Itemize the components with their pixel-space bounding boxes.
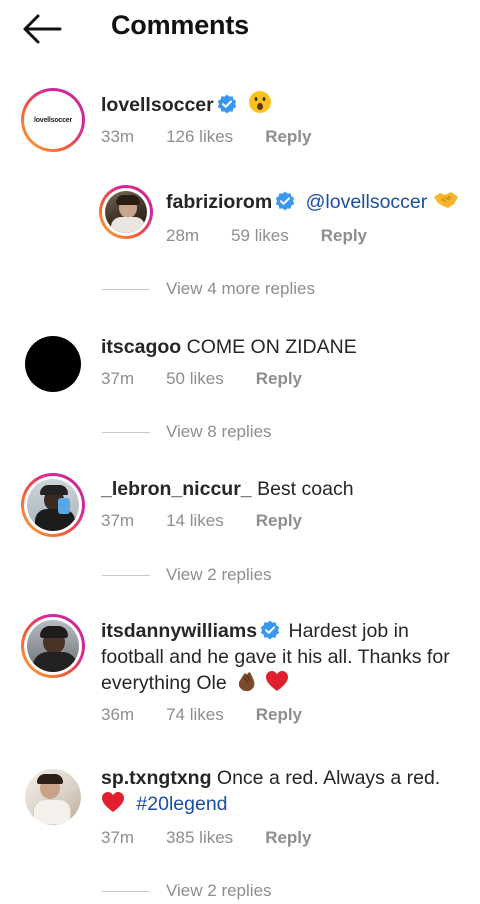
view-replies-label: View 2 replies xyxy=(166,565,272,584)
comment-username[interactable]: itsdannywilliams xyxy=(101,620,257,642)
mention-link[interactable]: @lovellsoccer xyxy=(306,191,428,213)
comment-body: Best coach xyxy=(257,478,354,500)
avatar[interactable] xyxy=(21,614,85,678)
comment-time: 28m xyxy=(166,226,200,245)
avatar[interactable]: lovellsoccer xyxy=(21,88,85,152)
comment-time: 37m xyxy=(101,369,135,388)
avatar-logo-text: lovellsoccer xyxy=(33,116,73,124)
like-count[interactable]: 126 likes xyxy=(166,127,233,147)
comment-meta: 37m 385 likes Reply xyxy=(101,828,311,848)
view-replies-button[interactable]: View 8 replies xyxy=(102,422,272,442)
like-count[interactable]: 59 likes xyxy=(231,226,289,246)
reply-text: fabriziorom @lovellsoccer xyxy=(166,189,476,215)
comment-meta: 36m 74 likes Reply xyxy=(101,705,302,725)
like-count[interactable]: 385 likes xyxy=(166,828,233,848)
comment-meta: 33m 126 likes Reply xyxy=(101,127,311,147)
clapping-hands-emoji xyxy=(239,672,255,692)
comment-text: lovellsoccer xyxy=(101,90,471,118)
avatar[interactable] xyxy=(99,185,153,239)
divider-line xyxy=(102,574,150,576)
page-title: Comments xyxy=(111,10,249,40)
reply-button[interactable]: Reply xyxy=(256,511,302,531)
like-count[interactable]: 74 likes xyxy=(166,705,224,725)
divider-line xyxy=(102,890,150,892)
verified-badge-icon xyxy=(260,620,280,640)
hashtag-link[interactable]: #20legend xyxy=(136,793,227,815)
comment-text: itscagoo COME ON ZIDANE xyxy=(101,334,471,360)
comment-meta: 37m 14 likes Reply xyxy=(101,511,302,531)
verified-badge-icon xyxy=(275,191,295,211)
view-replies-label: View 8 replies xyxy=(166,422,272,441)
comment-text: itsdannywilliams Hardest job in football… xyxy=(101,618,466,696)
comment-username[interactable]: _lebron_niccur_ xyxy=(101,478,252,500)
reply-button[interactable]: Reply xyxy=(265,127,311,147)
reply-button[interactable]: Reply xyxy=(256,369,302,389)
like-count[interactable]: 14 likes xyxy=(166,511,224,531)
view-replies-button[interactable]: View 2 replies xyxy=(102,881,272,901)
comment-body: Once a red. Always a red. xyxy=(216,767,441,789)
divider-line xyxy=(102,431,150,433)
reply-button[interactable]: Reply xyxy=(321,226,367,246)
header-bar: Comments xyxy=(0,0,480,60)
avatar[interactable] xyxy=(25,336,81,392)
comment-time: 33m xyxy=(101,127,135,146)
reply-meta: 28m 59 likes Reply xyxy=(166,226,367,246)
view-replies-button[interactable]: View 4 more replies xyxy=(102,279,315,299)
reply-button[interactable]: Reply xyxy=(256,705,302,725)
divider-line xyxy=(102,288,150,290)
comment-time: 37m xyxy=(101,828,135,847)
comment-username[interactable]: fabriziorom xyxy=(166,191,272,213)
avatar[interactable] xyxy=(25,769,81,825)
comment-text: _lebron_niccur_ Best coach xyxy=(101,476,471,502)
verified-badge-icon xyxy=(217,94,236,114)
handshake-emoji xyxy=(433,192,458,208)
red-heart-emoji xyxy=(265,671,288,691)
comment-meta: 37m 50 likes Reply xyxy=(101,369,302,389)
view-replies-label: View 4 more replies xyxy=(166,279,315,298)
view-replies-button[interactable]: View 2 replies xyxy=(102,565,272,585)
comment-time: 37m xyxy=(101,511,135,530)
comment-body: COME ON ZIDANE xyxy=(186,336,357,358)
red-heart-emoji xyxy=(102,792,124,812)
view-replies-label: View 2 replies xyxy=(166,881,272,900)
like-count[interactable]: 50 likes xyxy=(166,369,224,389)
comment-username[interactable]: itscagoo xyxy=(101,336,181,358)
comment-text: sp.txngtxng Once a red. Always a red. #2… xyxy=(101,765,471,817)
reply-button[interactable]: Reply xyxy=(265,828,311,848)
back-arrow-icon[interactable] xyxy=(22,12,62,46)
avatar[interactable] xyxy=(21,473,85,537)
comment-username[interactable]: lovellsoccer xyxy=(101,94,214,116)
comment-username[interactable]: sp.txngtxng xyxy=(101,767,212,789)
comment-time: 36m xyxy=(101,705,135,724)
astonished-face-emoji xyxy=(249,91,272,113)
